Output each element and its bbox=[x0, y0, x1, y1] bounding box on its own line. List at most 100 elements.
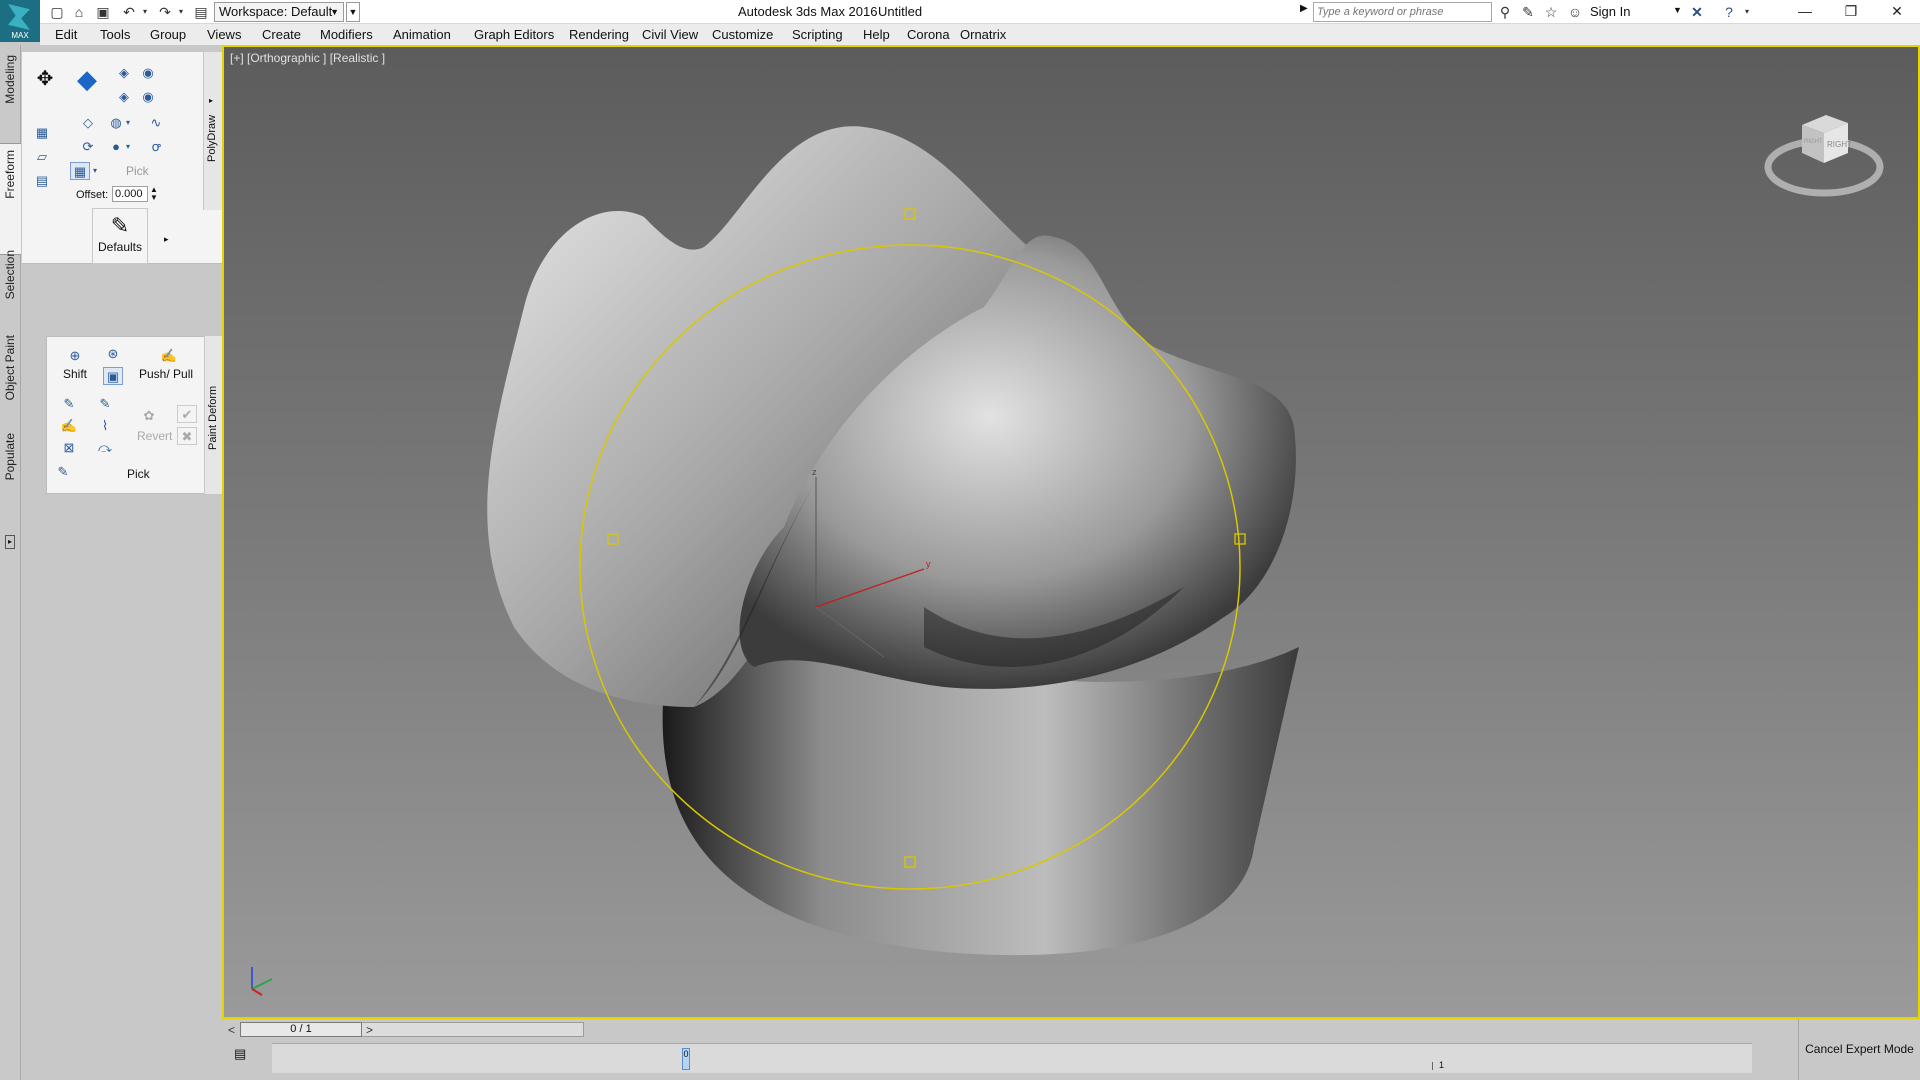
grid-icon[interactable]: ▦ bbox=[70, 162, 90, 180]
chevron-down-icon[interactable]: ▾ bbox=[1738, 3, 1756, 21]
gizmo-x-label: x bbox=[886, 657, 891, 667]
shift-scale-icon[interactable]: ▣ bbox=[103, 367, 123, 385]
pinch-brush-icon[interactable]: ✍ bbox=[59, 417, 79, 435]
defaults-button[interactable]: ✎ Defaults bbox=[92, 208, 148, 264]
menu-graph-editors[interactable]: Graph Editors bbox=[474, 27, 554, 42]
tab-populate[interactable]: Populate bbox=[0, 433, 21, 513]
menu-create[interactable]: Create bbox=[262, 27, 301, 42]
chevron-down-icon[interactable]: ▼ bbox=[1673, 5, 1682, 15]
menu-ornatrix[interactable]: Ornatrix bbox=[960, 27, 1006, 42]
save-icon[interactable]: ▣ bbox=[94, 3, 112, 21]
strips-icon[interactable]: ∿ bbox=[146, 114, 166, 132]
menu-rendering[interactable]: Rendering bbox=[569, 27, 629, 42]
menu-help[interactable]: Help bbox=[863, 27, 890, 42]
time-slider-thumb[interactable]: 0 / 1 bbox=[240, 1022, 362, 1037]
pick-label[interactable]: Pick bbox=[127, 467, 150, 481]
push-pull-icon[interactable]: ✍ bbox=[159, 347, 179, 365]
shift-icon[interactable]: ⊕ bbox=[65, 347, 85, 365]
polydraw-panel-tab[interactable]: ▸ PolyDraw bbox=[203, 52, 222, 210]
branches-icon[interactable]: ⟳ bbox=[78, 138, 98, 156]
subscription-center-icon[interactable]: ✎ bbox=[1519, 3, 1537, 21]
frame-tick-label: 1 bbox=[1439, 1060, 1445, 1070]
app-logo-label: MAX bbox=[11, 31, 29, 40]
paint-deform-panel-tab[interactable]: Paint Deform bbox=[204, 336, 222, 494]
tab-modeling[interactable]: Modeling bbox=[0, 55, 21, 135]
favorites-star-icon[interactable]: ☆ bbox=[1542, 3, 1560, 21]
workspace-select[interactable]: Workspace: Default ▼ bbox=[214, 2, 344, 22]
menu-edit[interactable]: Edit bbox=[55, 27, 77, 42]
smudge-brush-icon[interactable]: ⤼ bbox=[95, 439, 115, 457]
viewcube-side-label: RIGHT bbox=[1804, 139, 1823, 145]
help-icon[interactable]: ? bbox=[1720, 3, 1738, 21]
mini-curve-editor-icon[interactable]: ▤ bbox=[234, 1045, 252, 1063]
flatten-brush-icon[interactable]: ✎ bbox=[95, 395, 115, 413]
menu-modifiers[interactable]: Modifiers bbox=[320, 27, 373, 42]
menu-group[interactable]: Group bbox=[150, 27, 186, 42]
draw-on-selection-icon[interactable]: ◈ bbox=[114, 88, 134, 106]
relax-brush-icon[interactable]: ✎ bbox=[59, 395, 79, 413]
select-move-icon[interactable]: ✥ bbox=[32, 69, 58, 96]
viewcube[interactable]: RIGHT RIGHT bbox=[1764, 97, 1884, 207]
open-file-icon[interactable]: ⌂ bbox=[70, 3, 88, 21]
track-bar[interactable]: 0 1 bbox=[272, 1043, 1752, 1073]
menu-tools[interactable]: Tools bbox=[100, 27, 130, 42]
shift-label[interactable]: Shift bbox=[63, 367, 87, 381]
menu-scripting[interactable]: Scripting bbox=[792, 27, 843, 42]
tab-selection[interactable]: Selection bbox=[0, 250, 21, 340]
surface-icon[interactable]: ▱ bbox=[32, 148, 52, 166]
exaggerate-brush-icon[interactable]: ⊠ bbox=[59, 439, 79, 457]
redo-dropdown-icon[interactable]: ▾ bbox=[172, 3, 190, 21]
exchange-apps-icon[interactable]: ✕ bbox=[1688, 3, 1706, 21]
document-title: Untitled bbox=[878, 4, 923, 19]
search-expand-icon[interactable]: ▶ bbox=[1300, 3, 1308, 14]
constrain-brush-icon[interactable]: ✎ bbox=[53, 463, 73, 481]
offset-field[interactable]: 0.000 bbox=[112, 186, 148, 202]
minimize-button[interactable]: — bbox=[1782, 0, 1828, 24]
draw-on-surface-icon[interactable]: ◉ bbox=[138, 64, 158, 82]
draw-on-grid-icon[interactable]: ◈ bbox=[114, 64, 134, 82]
splines-icon[interactable]: ꝍ bbox=[146, 138, 166, 156]
cancel-expert-mode-button[interactable]: Cancel Expert Mode bbox=[1798, 1019, 1920, 1080]
new-file-icon[interactable]: ▢ bbox=[48, 3, 66, 21]
undo-dropdown-icon[interactable]: ▾ bbox=[136, 3, 154, 21]
drag-surface-icon[interactable]: ◆ bbox=[72, 66, 102, 100]
time-next-button[interactable]: > bbox=[366, 1023, 373, 1037]
chevron-down-icon[interactable]: ▾ bbox=[123, 114, 133, 132]
app-title: Autodesk 3ds Max 2016 bbox=[738, 4, 878, 19]
menu-views[interactable]: Views bbox=[207, 27, 241, 42]
customize-quick-access-button[interactable]: ▼ bbox=[346, 2, 360, 22]
search-input[interactable] bbox=[1313, 2, 1492, 22]
chevron-down-icon[interactable]: ▾ bbox=[90, 162, 100, 180]
project-folder-icon[interactable]: ▤ bbox=[192, 3, 210, 21]
selection-icon[interactable]: ▤ bbox=[32, 172, 52, 190]
close-button[interactable]: ✕ bbox=[1874, 0, 1920, 24]
gizmo-z-label: z bbox=[812, 467, 817, 477]
tab-modeling-label: Modeling bbox=[3, 55, 17, 104]
ribbon-minimize-icon[interactable]: ▸ bbox=[5, 535, 15, 549]
time-prev-button[interactable]: < bbox=[228, 1023, 235, 1037]
application-menu-button[interactable]: MAX bbox=[0, 0, 40, 42]
sign-in-link[interactable]: Sign In bbox=[1590, 4, 1630, 19]
offset-spinner[interactable]: ▲ ▼ bbox=[150, 186, 158, 202]
grid-snap-icon[interactable]: ▦ bbox=[32, 124, 52, 142]
perspective-viewport[interactable]: [+] [Orthographic ] [Realistic ] z y x R… bbox=[222, 45, 1920, 1019]
menu-customize[interactable]: Customize bbox=[712, 27, 773, 42]
menu-bar: Edit Tools Group Views Create Modifiers … bbox=[40, 24, 1920, 45]
conform-icon[interactable]: ◉ bbox=[138, 88, 158, 106]
binoculars-icon[interactable]: ⚲ bbox=[1496, 3, 1514, 21]
shapes-icon[interactable]: ◇ bbox=[78, 114, 98, 132]
polydraw-panel: ✥ ◆ ◈ ◉ ◈ ◉ ▦ ▱ ▤ ◇ ◍ ▾ ∿ ⟳ ● ▾ ꝍ ▦ ▾ Pi… bbox=[22, 52, 222, 264]
menu-animation[interactable]: Animation bbox=[393, 27, 451, 42]
noise-brush-icon[interactable]: ⌇ bbox=[95, 417, 115, 435]
chevron-right-icon[interactable]: ▸ bbox=[164, 234, 169, 245]
chevron-down-icon[interactable]: ▾ bbox=[123, 138, 133, 156]
restore-button[interactable]: ❐ bbox=[1828, 0, 1874, 24]
tab-object-paint[interactable]: Object Paint bbox=[0, 335, 21, 430]
tab-freeform[interactable]: Freeform bbox=[0, 143, 21, 255]
shift-rotate-icon[interactable]: ⊛ bbox=[103, 345, 123, 363]
menu-civil-view[interactable]: Civil View bbox=[642, 27, 698, 42]
push-pull-label[interactable]: Push/ Pull bbox=[139, 367, 193, 381]
menu-corona[interactable]: Corona bbox=[907, 27, 950, 42]
tab-selection-label: Selection bbox=[3, 250, 17, 300]
current-frame-marker[interactable]: 0 bbox=[682, 1048, 690, 1070]
